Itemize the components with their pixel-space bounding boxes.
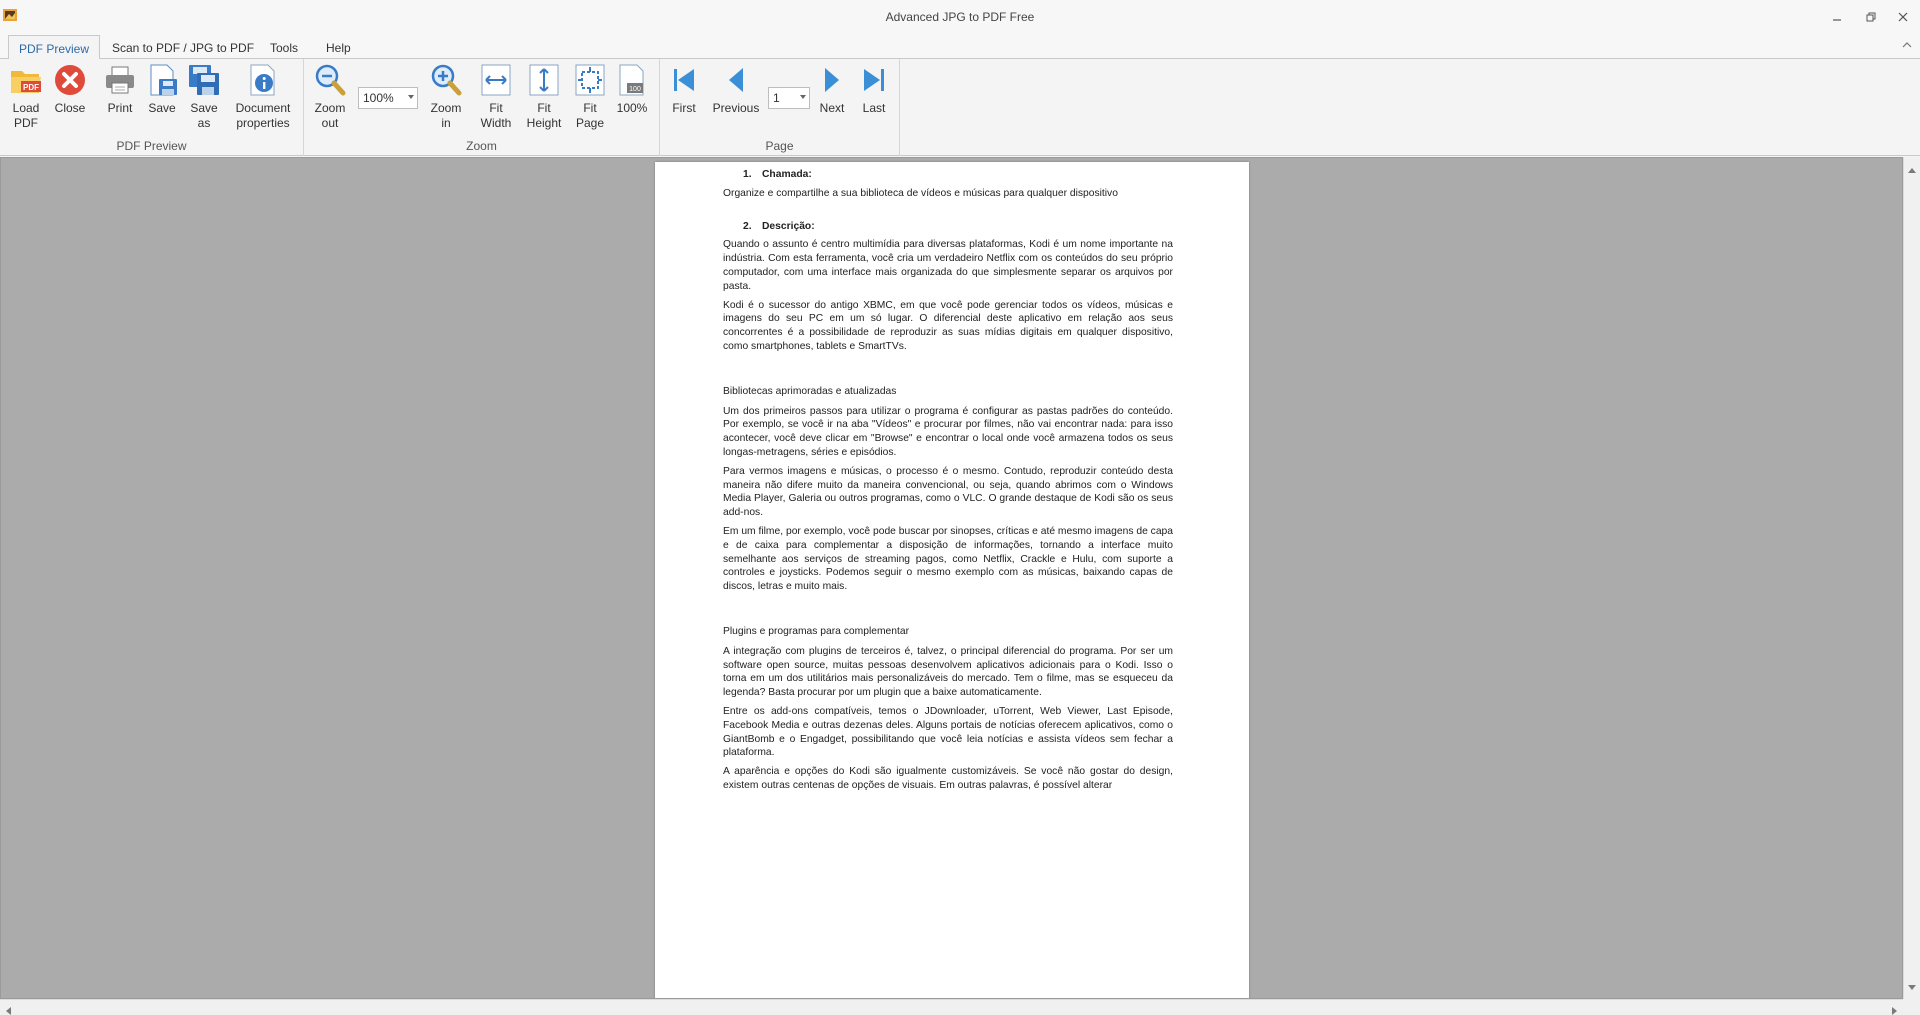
save-icon (145, 63, 179, 97)
section-heading: 1. Chamada: (743, 169, 812, 180)
tab-scan-to-pdf[interactable]: Scan to PDF / JPG to PDF (102, 35, 264, 60)
first-page-button[interactable]: First (664, 63, 704, 116)
chevron-down-icon (800, 95, 806, 99)
subheading: Plugins e programas para complementar (723, 625, 910, 637)
paragraph: Em um filme, por exemplo, você pode busc… (723, 525, 1173, 593)
printer-icon (103, 63, 137, 97)
zoom-out-button[interactable]: Zoom out (310, 63, 350, 131)
group-label-pdf-preview: PDF Preview (116, 139, 187, 153)
scroll-left-icon[interactable] (5, 1004, 11, 1015)
save-as-icon (187, 63, 221, 97)
fit-page-icon (573, 63, 607, 97)
paragraph: A integração com plugins de terceiros é,… (723, 645, 1173, 699)
save-button[interactable]: Save (144, 63, 180, 116)
fit-height-button[interactable]: Fit Height (522, 63, 566, 131)
previous-page-button[interactable]: Previous (708, 63, 764, 116)
svg-text:100: 100 (629, 86, 641, 93)
tab-help[interactable]: Help (316, 35, 361, 60)
document-properties-icon (246, 63, 280, 97)
close-circle-icon (53, 63, 87, 97)
fit-width-icon (479, 63, 513, 97)
group-label-zoom: Zoom (466, 139, 497, 153)
group-page: First Previous 1 Next Last Page (660, 59, 900, 156)
paragraph: Quando o assunto é centro multimídia par… (723, 239, 1173, 292)
tab-tools[interactable]: Tools (260, 35, 308, 60)
group-pdf-preview: PDF Load PDF Close Print Save Save as Do… (0, 59, 304, 156)
chevron-down-icon (408, 95, 414, 99)
scroll-down-icon[interactable] (1908, 980, 1916, 994)
paragraph: Kodi é o sucessor do antigo XBMC, em que… (723, 299, 1173, 352)
zoom-in-button[interactable]: Zoom in (424, 63, 468, 131)
ribbon: PDF Load PDF Close Print Save Save as Do… (0, 59, 1920, 156)
last-page-icon (857, 63, 891, 97)
page-number-select[interactable]: 1 (768, 87, 810, 109)
collapse-ribbon-icon[interactable] (1902, 38, 1912, 52)
zoom-in-icon (429, 63, 463, 97)
print-button[interactable]: Print (100, 63, 140, 116)
scroll-right-icon[interactable] (1892, 1004, 1898, 1015)
group-label-page: Page (765, 139, 794, 153)
pdf-viewer[interactable]: 1. Chamada: Organize e compartilhe a sua … (0, 157, 1903, 999)
tab-pdf-preview[interactable]: PDF Preview (8, 35, 101, 60)
horizontal-scrollbar[interactable] (0, 999, 1903, 1015)
paragraph: Entre os add-ons compatíveis, temos o JD… (723, 705, 1173, 759)
next-page-icon (815, 63, 849, 97)
load-pdf-icon: PDF (9, 63, 43, 97)
previous-page-icon (719, 63, 753, 97)
first-page-icon (667, 63, 701, 97)
close-window-button[interactable] (1886, 4, 1920, 30)
close-icon (1898, 12, 1908, 22)
fit-height-icon (527, 63, 561, 97)
title-bar: Advanced JPG to PDF Free (0, 0, 1920, 32)
last-page-button[interactable]: Last (856, 63, 892, 116)
vertical-scrollbar[interactable] (1903, 157, 1920, 999)
window-title: Advanced JPG to PDF Free (885, 10, 1035, 24)
next-page-button[interactable]: Next (814, 63, 850, 116)
page-content: 1. Chamada: Organize e compartilhe a sua … (723, 168, 1173, 798)
scrollbar-corner (1903, 999, 1920, 1015)
actual-size-button[interactable]: 100 100% (612, 63, 652, 116)
close-button[interactable]: Close (50, 63, 90, 116)
save-as-button[interactable]: Save as (186, 63, 222, 131)
ribbon-tabs: PDF Preview Scan to PDF / JPG to PDF Too… (0, 32, 1920, 60)
svg-text:PDF: PDF (23, 83, 39, 92)
actual-size-icon: 100 (615, 63, 649, 97)
paragraph: Um dos primeiros passos para utilizar o … (723, 405, 1173, 458)
subheading: Bibliotecas aprimoradas e atualizadas (723, 385, 897, 397)
app-window: Advanced JPG to PDF Free PDF Preview Sca… (0, 0, 1920, 1015)
scroll-up-icon[interactable] (1908, 162, 1916, 176)
restore-icon (1866, 12, 1876, 22)
load-pdf-button[interactable]: PDF Load PDF (6, 63, 46, 131)
document-properties-button[interactable]: Document properties (232, 63, 294, 131)
fit-page-button[interactable]: Fit Page (570, 63, 610, 131)
zoom-out-icon (313, 63, 347, 97)
zoom-level-select[interactable]: 100% (358, 87, 418, 109)
paragraph: Organize e compartilhe a sua biblioteca … (723, 187, 1118, 199)
minimize-icon (1833, 19, 1841, 21)
paragraph: A aparência e opções do Kodi são igualme… (723, 766, 1173, 791)
group-zoom: Zoom out 100% Zoom in Fit Width Fit Heig… (304, 59, 660, 156)
minimize-button[interactable] (1820, 4, 1854, 30)
paragraph: Para vermos imagens e músicas, o process… (723, 465, 1173, 519)
pdf-page: 1. Chamada: Organize e compartilhe a sua … (655, 162, 1249, 998)
fit-width-button[interactable]: Fit Width (474, 63, 518, 131)
section-heading: 2. Descrição: (743, 220, 815, 232)
restore-button[interactable] (1854, 4, 1888, 30)
